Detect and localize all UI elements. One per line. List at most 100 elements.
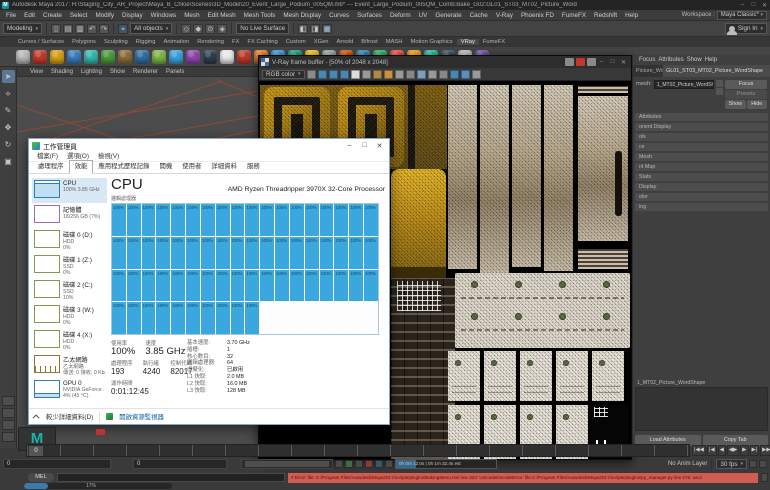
ae-menu-help[interactable]: Help — [705, 57, 717, 63]
step-forward-button[interactable]: ▶| — [750, 445, 760, 456]
save-scene-icon[interactable]: ▥ — [75, 24, 85, 34]
shelf-tab-mash[interactable]: MASH — [382, 39, 407, 45]
prefs-gear-icon[interactable] — [759, 460, 767, 468]
tm-tab-item[interactable]: 效能 — [69, 160, 94, 174]
vfb-tool-icon-9[interactable] — [406, 70, 415, 79]
fewer-details-button[interactable]: 較少詳細資料(D) — [46, 412, 93, 421]
tm-sidebar-item[interactable]: 磁碟 1 (Z:)SSD0% — [32, 253, 107, 278]
lasso-tool-icon[interactable]: ⟡ — [2, 87, 15, 100]
tm-sidebar-item[interactable]: 磁碟 0 (D:)HDD0% — [32, 228, 107, 253]
tm-maximize-button[interactable]: □ — [357, 142, 372, 149]
live-surface-dropdown[interactable]: No Live Surface — [236, 23, 289, 34]
focus-button[interactable]: Focus — [725, 80, 767, 89]
shelf-tool-icon-13[interactable] — [237, 50, 251, 64]
menu-mesh[interactable]: Mesh — [180, 10, 203, 21]
vfb-title-icon-0[interactable] — [565, 58, 574, 66]
minimize-button[interactable]: – — [737, 2, 748, 8]
tm-close-button[interactable]: ✕ — [372, 142, 387, 150]
time-slider[interactable]: 0 — [26, 444, 690, 457]
tm-sidebar-item[interactable]: 乙太網路乙太網路傳送: 0 接收: 0 Kbps — [32, 353, 107, 378]
menu-v-ray[interactable]: V-Ray — [492, 10, 517, 21]
snap-curve-icon[interactable]: ◆ — [193, 24, 203, 34]
character-set-icon[interactable] — [335, 460, 343, 468]
shelf-tab-sculpting[interactable]: Sculpting — [100, 39, 132, 45]
ae-rollout-2[interactable]: ols — [635, 133, 768, 141]
menu-phoenix-fd[interactable]: Phoenix FD — [517, 10, 558, 21]
step-back-frame-button[interactable]: |◀ — [707, 445, 717, 456]
mute-icon[interactable] — [365, 460, 373, 468]
panel-menu-shading[interactable]: Shading — [48, 67, 76, 76]
loop-icon[interactable] — [749, 460, 757, 468]
menu-deform[interactable]: Deform — [386, 10, 415, 21]
open-resource-monitor-link[interactable]: 開啟資源監視器 — [119, 412, 164, 421]
shelf-tool-icon-6[interactable] — [118, 50, 132, 64]
tm-sidebar-item[interactable]: 磁碟 2 (C:)SSD10% — [32, 278, 107, 303]
vfb-tool-icon-13[interactable] — [450, 70, 459, 79]
go-to-end-button[interactable]: ▶▶| — [760, 445, 770, 456]
selection-mask-dropdown[interactable]: All objects▾ — [130, 23, 172, 34]
tm-tab-item[interactable]: 開機 — [154, 161, 177, 173]
shelf-tool-icon-8[interactable] — [152, 50, 166, 64]
mesh-name-field[interactable]: 1_MT02_Picture_WordShape — [654, 80, 714, 89]
range-start-field[interactable]: 0 — [3, 459, 111, 469]
shelf-tool-icon-7[interactable] — [135, 50, 149, 64]
shelf-tab-arnold[interactable]: Arnold — [333, 39, 358, 45]
tm-tab-item[interactable]: 處理程序 — [33, 161, 69, 173]
render-settings-icon[interactable]: ▦ — [322, 24, 332, 34]
vfb-tool-icon-1[interactable] — [318, 70, 327, 79]
shelf-tab-custom[interactable]: Custom — [282, 39, 310, 45]
vfb-tool-icon-14[interactable] — [461, 70, 470, 79]
ae-tab-previous[interactable]: Picture_Word — [633, 65, 663, 77]
render-view-icon[interactable]: ◧ — [298, 24, 308, 34]
shelf-tool-icon-5[interactable] — [101, 50, 115, 64]
vfb-tool-icon-2[interactable] — [329, 70, 338, 79]
shelf-tool-icon-12[interactable] — [220, 50, 234, 64]
shelf-tool-icon-4[interactable] — [84, 50, 98, 64]
vfb-title-icon-2[interactable] — [587, 58, 596, 66]
key-icon[interactable] — [355, 460, 363, 468]
auto-keyframe-icon[interactable] — [345, 460, 353, 468]
menu-select[interactable]: Select — [66, 10, 92, 21]
ae-rollout-7[interactable]: Display — [635, 183, 768, 191]
play-backwards-button[interactable]: ◀ — [718, 445, 726, 456]
menu-create[interactable]: Create — [39, 10, 66, 21]
vfb-tool-icon-10[interactable] — [417, 70, 426, 79]
panel-menu-show[interactable]: Show — [107, 67, 128, 76]
shelf-tab-vray[interactable]: VRay — [457, 39, 479, 45]
menu-mesh-display[interactable]: Mesh Display — [279, 10, 325, 21]
ae-rollout-9[interactable]: ing — [635, 203, 768, 211]
layout-four-view-button[interactable] — [2, 408, 15, 418]
snap-point-icon[interactable]: ⊙ — [205, 24, 215, 34]
vfb-title-icon-1[interactable] — [576, 58, 585, 66]
ae-tab-active[interactable]: GL01_ST03_MT02_Picture_WordShape — [663, 65, 770, 77]
selection-mode-icon[interactable]: ⌖ — [118, 24, 128, 34]
vfb-tool-icon-12[interactable] — [439, 70, 448, 79]
menu-file[interactable]: File — [2, 10, 20, 21]
scale-tool-icon[interactable]: ▣ — [2, 155, 15, 168]
shelf-tool-icon-2[interactable] — [50, 50, 64, 64]
vfb-maximize-button[interactable]: □ — [607, 59, 618, 65]
ae-rollout-1[interactable]: onent Display — [635, 123, 768, 131]
move-tool-icon[interactable]: ✥ — [2, 121, 15, 134]
rotate-tool-icon[interactable]: ↻ — [2, 138, 15, 151]
tm-sidebar-item[interactable]: CPU100% 3.85 GHz — [32, 178, 107, 203]
shelf-tool-icon-1[interactable] — [33, 50, 47, 64]
shelf-tool-icon-9[interactable] — [169, 50, 183, 64]
tm-sidebar-item[interactable]: 磁碟 4 (X:)HDD0% — [32, 328, 107, 353]
shelf-tab-rendering[interactable]: Rendering — [193, 39, 228, 45]
anim-prefs-icon[interactable] — [375, 460, 383, 468]
snap-grid-icon[interactable]: ◇ — [181, 24, 191, 34]
shelf-tool-icon-0[interactable] — [16, 50, 30, 64]
menu-curves[interactable]: Curves — [325, 10, 353, 21]
select-tool-icon[interactable]: ➤ — [2, 70, 15, 83]
menu-edit-mesh[interactable]: Edit Mesh — [204, 10, 240, 21]
sign-in-button[interactable]: Sign In▾ — [725, 23, 767, 34]
panel-menu-renderer[interactable]: Renderer — [130, 67, 161, 76]
snap-key-icon[interactable] — [385, 460, 393, 468]
menu-redshift[interactable]: Redshift — [590, 10, 621, 21]
ae-rollout-3[interactable]: ce — [635, 143, 768, 151]
ae-rollout-6[interactable]: Stats — [635, 173, 768, 181]
hide-button[interactable]: Hide — [747, 100, 768, 109]
vfb-tool-icon-0[interactable] — [307, 70, 316, 79]
ae-rollout-4[interactable]: Mesh — [635, 153, 768, 161]
